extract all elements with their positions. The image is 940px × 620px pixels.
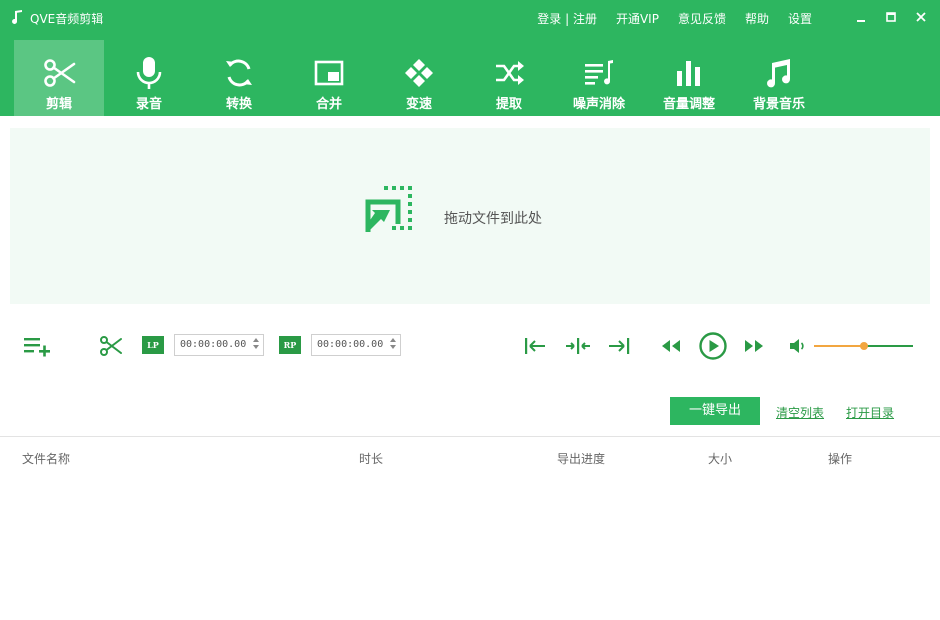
drop-file-icon	[364, 184, 418, 240]
start-time-input[interactable]: 00:00:00.00	[174, 334, 264, 356]
tab-label: 剪辑	[45, 97, 72, 112]
file-table: 文件名称 时长 导出进度 大小 操作	[0, 436, 940, 620]
tab-noise-removal[interactable]: 噪声消除	[554, 40, 644, 116]
tab-label: 背景音乐	[752, 97, 805, 112]
play-icon[interactable]	[698, 331, 728, 361]
feedback-link[interactable]: 意见反馈	[678, 10, 726, 27]
extract-icon	[491, 55, 527, 91]
tab-label: 变速	[405, 97, 432, 112]
drop-zone-hint: 拖动文件到此处	[444, 211, 542, 227]
volume-slider-knob[interactable]	[859, 342, 868, 350]
go-to-end-icon[interactable]	[607, 336, 631, 356]
open-vip-link[interactable]: 开通VIP	[616, 10, 659, 27]
fast-forward-icon[interactable]	[743, 338, 765, 354]
column-actions: 操作	[828, 452, 853, 466]
main-toolbar: 剪辑 录音 转换 合并 变速 提取 噪声消除 音量调整 背景音乐	[14, 40, 824, 116]
tab-speed[interactable]: 变速	[374, 40, 464, 116]
add-files-icon[interactable]	[22, 334, 52, 358]
music-note-icon	[761, 55, 797, 91]
tab-label: 合并	[315, 97, 342, 112]
column-duration: 时长	[359, 452, 384, 466]
close-icon[interactable]	[914, 10, 928, 24]
volume-slider[interactable]	[814, 342, 913, 350]
column-export-progress: 导出进度	[557, 452, 606, 466]
end-time-stepper[interactable]	[389, 337, 397, 353]
title-bar[interactable]: QVE音频剪辑 登录 | 注册 开通VIP 意见反馈 帮助 设置	[0, 0, 940, 36]
scissors-icon[interactable]	[99, 335, 123, 357]
tab-merge[interactable]: 合并	[284, 40, 374, 116]
tab-volume-adjust[interactable]: 音量调整	[644, 40, 734, 116]
speaker-icon[interactable]	[788, 338, 806, 354]
end-time-value: 00:00:00.00	[317, 339, 384, 350]
tab-record[interactable]: 录音	[104, 40, 194, 116]
login-register-link[interactable]: 登录 | 注册	[537, 10, 597, 27]
noise-icon	[581, 55, 617, 91]
go-to-start-icon[interactable]	[523, 336, 547, 356]
rp-tag: RP	[279, 336, 301, 354]
split-middle-icon[interactable]	[565, 336, 591, 356]
open-directory-link[interactable]: 打开目录	[846, 404, 894, 421]
maximize-icon[interactable]	[884, 10, 898, 24]
file-drop-zone[interactable]: 拖动文件到此处	[10, 128, 930, 304]
volume-bars-icon	[671, 55, 707, 91]
start-time-value: 00:00:00.00	[180, 339, 247, 350]
speed-icon	[401, 55, 437, 91]
column-size: 大小	[708, 452, 733, 466]
tab-extract[interactable]: 提取	[464, 40, 554, 116]
column-file-name: 文件名称	[22, 452, 71, 466]
scissors-icon	[41, 55, 77, 91]
tab-label: 噪声消除	[572, 97, 625, 112]
tab-label: 音量调整	[662, 97, 715, 112]
start-time-stepper[interactable]	[252, 337, 260, 353]
settings-link[interactable]: 设置	[788, 10, 812, 27]
tab-convert[interactable]: 转换	[194, 40, 284, 116]
music-note-logo-icon	[9, 9, 25, 25]
tab-label: 转换	[225, 97, 252, 112]
microphone-icon	[131, 55, 167, 91]
tab-label: 录音	[135, 97, 162, 112]
header: QVE音频剪辑 登录 | 注册 开通VIP 意见反馈 帮助 设置 剪辑 录音 转…	[0, 0, 940, 116]
top-links: 登录 | 注册 开通VIP 意见反馈 帮助 设置	[518, 10, 812, 27]
clear-list-link[interactable]: 清空列表	[776, 404, 824, 421]
tab-cut[interactable]: 剪辑	[14, 40, 104, 116]
convert-icon	[221, 55, 257, 91]
tab-label: 提取	[495, 97, 522, 112]
volume-slider-fill	[814, 345, 864, 347]
minimize-icon[interactable]	[854, 10, 868, 24]
rewind-icon[interactable]	[660, 338, 682, 354]
help-link[interactable]: 帮助	[745, 10, 769, 27]
end-time-input[interactable]: 00:00:00.00	[311, 334, 401, 356]
tab-background-music[interactable]: 背景音乐	[734, 40, 824, 116]
app-title: QVE音频剪辑	[30, 12, 104, 26]
merge-icon	[311, 55, 347, 91]
lp-tag: LP	[142, 336, 164, 354]
one-click-export-button[interactable]: 一键导出	[670, 397, 760, 425]
control-bar: LP 00:00:00.00 RP 00:00:00.00	[0, 326, 940, 366]
